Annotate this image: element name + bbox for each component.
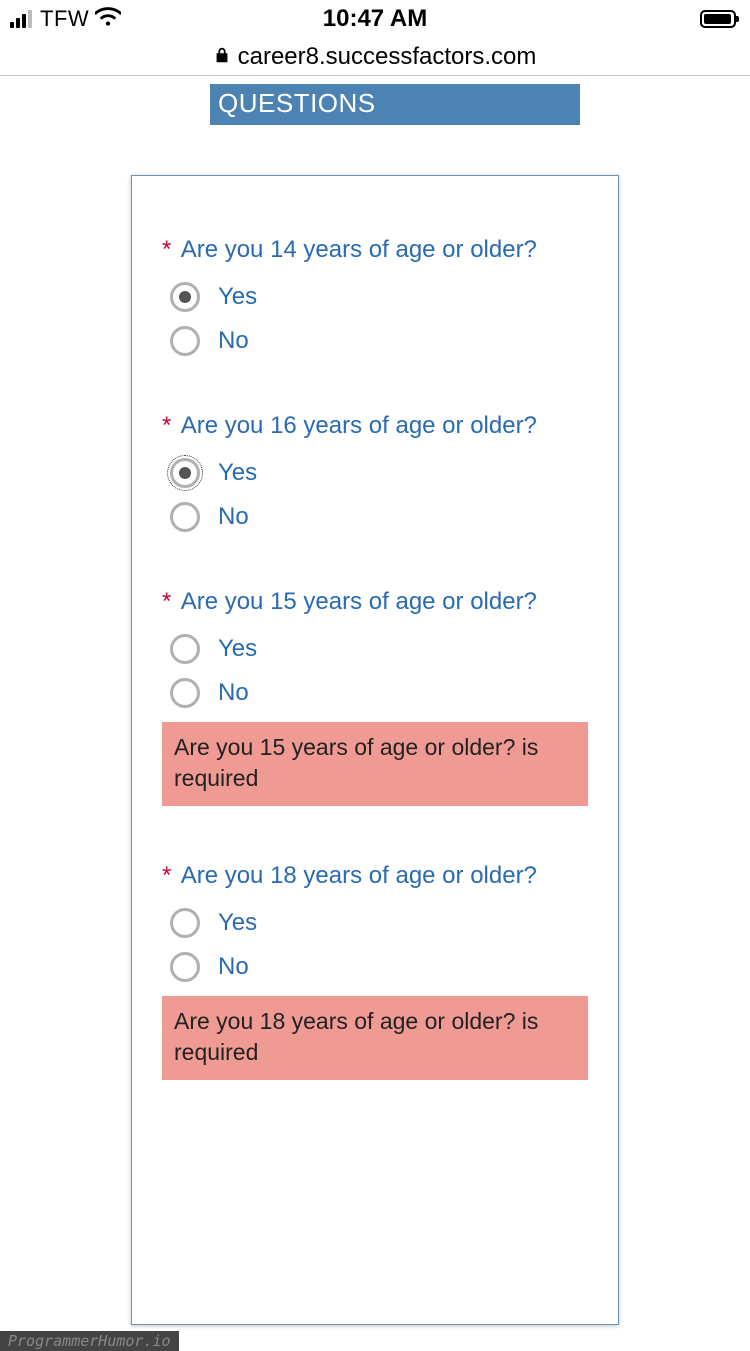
radio-row-no[interactable]: No <box>170 678 588 708</box>
question-block: * Are you 14 years of age or older? Yes … <box>162 236 588 356</box>
required-star: * <box>162 412 171 439</box>
status-bar: TFW 10:47 AM <box>0 0 750 38</box>
radio-label-no: No <box>218 503 249 531</box>
required-star: * <box>162 862 171 889</box>
error-message: Are you 18 years of age or older? is req… <box>162 996 588 1080</box>
radio-label-no: No <box>218 327 249 355</box>
form-card: * Are you 14 years of age or older? Yes … <box>131 175 619 1325</box>
radio-no[interactable] <box>170 952 200 982</box>
watermark: ProgrammerHumor.io <box>0 1331 179 1351</box>
required-star: * <box>162 236 171 263</box>
question-label: * Are you 14 years of age or older? <box>162 236 588 264</box>
url-bar[interactable]: career8.successfactors.com <box>0 38 750 76</box>
radio-label-no: No <box>218 679 249 707</box>
radio-yes[interactable] <box>170 634 200 664</box>
question-text: Are you 15 years of age or older? <box>181 588 537 615</box>
question-block: * Are you 18 years of age or older? Yes … <box>162 862 588 1080</box>
question-label: * Are you 16 years of age or older? <box>162 412 588 440</box>
battery-icon <box>700 10 736 28</box>
radio-row-yes[interactable]: Yes <box>170 634 588 664</box>
radio-label-yes: Yes <box>218 459 257 487</box>
radio-yes[interactable] <box>170 282 200 312</box>
question-label: * Are you 18 years of age or older? <box>162 862 588 890</box>
status-right <box>700 10 736 28</box>
question-block: * Are you 16 years of age or older? Yes … <box>162 412 588 532</box>
signal-icon <box>10 10 32 28</box>
radio-row-yes[interactable]: Yes <box>170 458 588 488</box>
radio-row-yes[interactable]: Yes <box>170 908 588 938</box>
carrier-label: TFW <box>40 6 89 32</box>
radio-row-yes[interactable]: Yes <box>170 282 588 312</box>
required-star: * <box>162 588 171 615</box>
radio-row-no[interactable]: No <box>170 326 588 356</box>
radio-row-no[interactable]: No <box>170 502 588 532</box>
radio-row-no[interactable]: No <box>170 952 588 982</box>
error-message: Are you 15 years of age or older? is req… <box>162 722 588 806</box>
radio-yes[interactable] <box>170 908 200 938</box>
question-text: Are you 16 years of age or older? <box>181 412 537 439</box>
status-left: TFW <box>10 6 121 33</box>
question-block: * Are you 15 years of age or older? Yes … <box>162 588 588 806</box>
radio-no[interactable] <box>170 502 200 532</box>
url-text: career8.successfactors.com <box>238 43 537 71</box>
question-text: Are you 18 years of age or older? <box>181 862 537 889</box>
radio-label-yes: Yes <box>218 283 257 311</box>
question-text: Are you 14 years of age or older? <box>181 236 537 263</box>
clock: 10:47 AM <box>323 5 427 33</box>
radio-label-no: No <box>218 953 249 981</box>
questions-header: QUESTIONS <box>210 84 580 125</box>
lock-icon <box>214 43 230 71</box>
wifi-icon <box>95 6 121 33</box>
radio-label-yes: Yes <box>218 909 257 937</box>
question-label: * Are you 15 years of age or older? <box>162 588 588 616</box>
radio-label-yes: Yes <box>218 635 257 663</box>
radio-yes[interactable] <box>170 458 200 488</box>
radio-no[interactable] <box>170 326 200 356</box>
radio-no[interactable] <box>170 678 200 708</box>
